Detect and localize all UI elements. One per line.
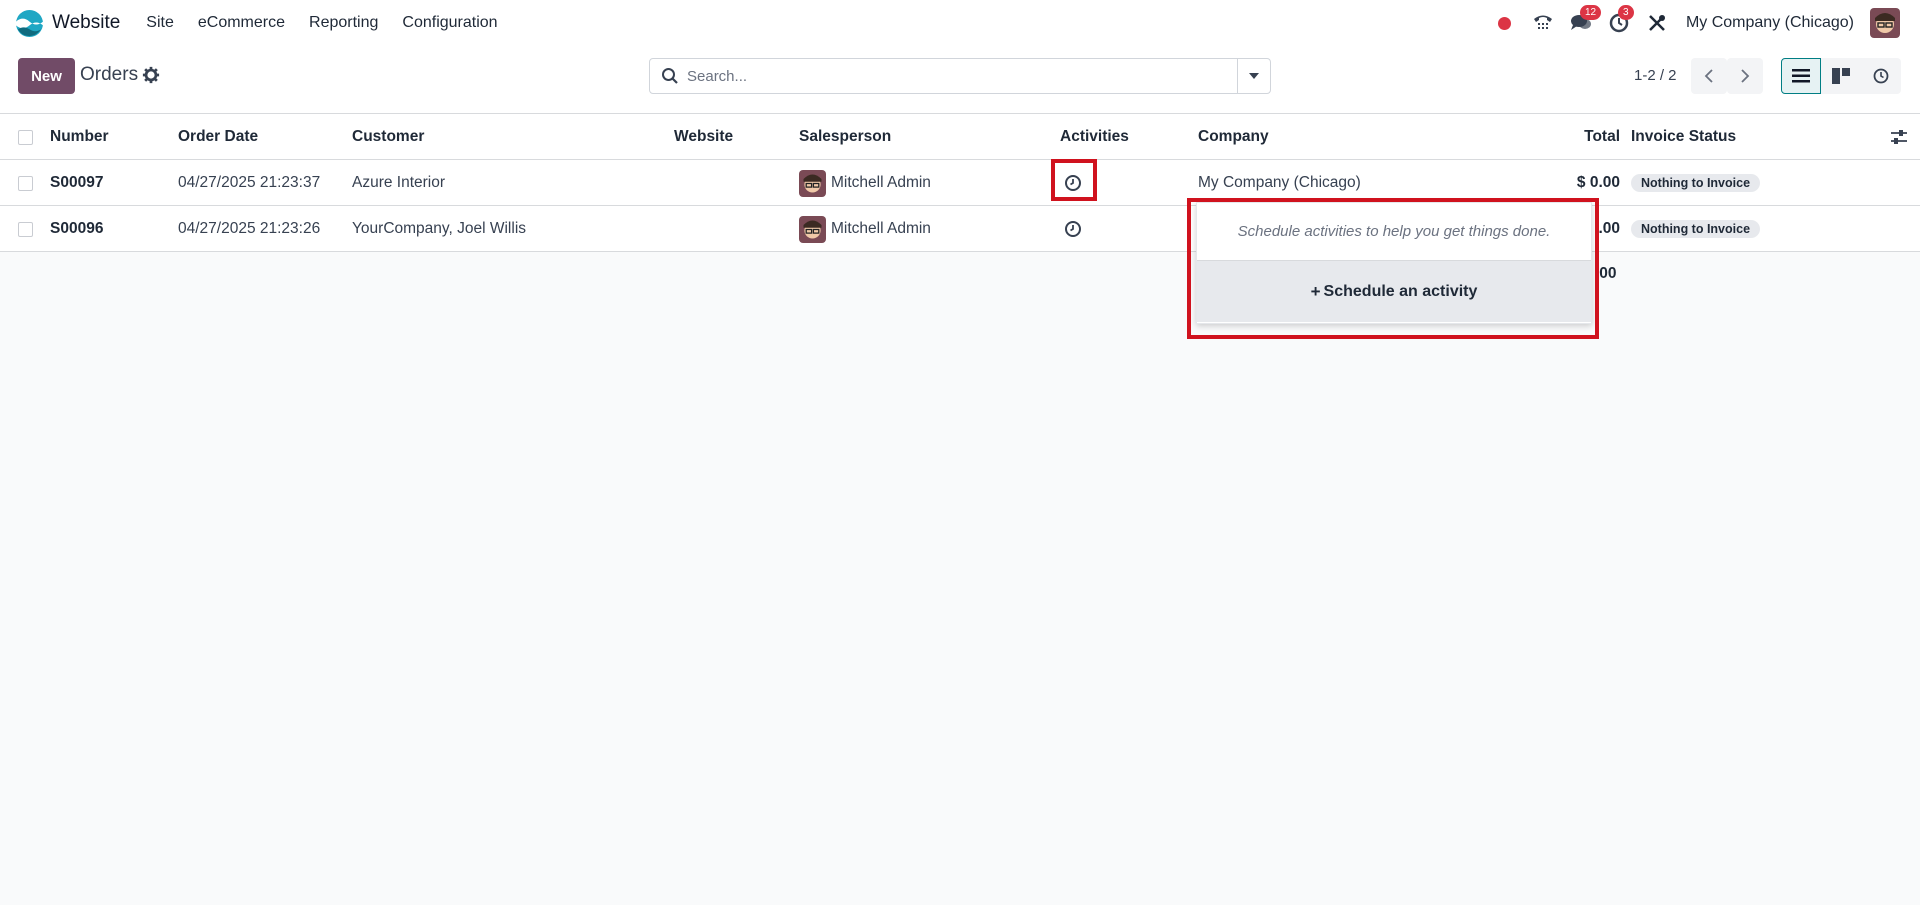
salesperson-name: Mitchell Admin xyxy=(831,220,931,237)
column-salesperson[interactable]: Salesperson xyxy=(799,114,891,160)
customer: YourCompany, Joel Willis xyxy=(352,220,527,237)
salesperson: Mitchell Admin xyxy=(799,206,931,252)
table-row[interactable]: S00097 04/27/2025 21:23:37 Azure Interio… xyxy=(0,160,1920,206)
list-view-button[interactable] xyxy=(1781,58,1821,94)
column-total[interactable]: Total xyxy=(1584,114,1620,160)
menu-configuration[interactable]: Configuration xyxy=(402,14,497,32)
app-name: Website xyxy=(52,12,121,33)
search-icon xyxy=(662,68,678,84)
column-company[interactable]: Company xyxy=(1198,114,1269,160)
app-brand[interactable]: Website xyxy=(15,0,134,46)
menu-ecommerce[interactable]: eCommerce xyxy=(198,14,285,32)
messages-badge: 12 xyxy=(1579,5,1602,20)
status-badge: Nothing to Invoice xyxy=(1631,220,1761,238)
clock-icon xyxy=(1873,68,1889,84)
activity-clock-button[interactable] xyxy=(1064,206,1082,252)
activity-view-button[interactable] xyxy=(1861,58,1901,94)
kanban-view-button[interactable] xyxy=(1821,58,1861,94)
list-icon xyxy=(1792,69,1810,83)
main-menu: Site eCommerce Reporting Configuration xyxy=(134,14,509,32)
pager-next-button[interactable] xyxy=(1727,58,1763,94)
pager-value[interactable]: 1-2 / 2 xyxy=(1634,67,1677,84)
column-number[interactable]: Number xyxy=(50,114,109,160)
status-badge: Nothing to Invoice xyxy=(1631,174,1761,192)
chevron-left-icon xyxy=(1704,69,1713,83)
invoice-status: Nothing to Invoice xyxy=(1631,160,1761,206)
column-order-date[interactable]: Order Date xyxy=(178,114,258,160)
row-checkbox[interactable] xyxy=(18,160,33,206)
order-number: S00097 xyxy=(50,174,104,191)
clock-icon[interactable]: 3 xyxy=(1606,5,1634,36)
chevron-right-icon xyxy=(1741,69,1750,83)
order-number: S00096 xyxy=(50,220,104,237)
menu-reporting[interactable]: Reporting xyxy=(309,14,378,32)
page-title: Orders xyxy=(80,64,139,85)
activities-badge: 3 xyxy=(1617,5,1634,20)
customer: Azure Interior xyxy=(352,174,446,191)
debug-tools-icon[interactable] xyxy=(1644,10,1670,36)
highlight-activity-popover xyxy=(1187,198,1599,339)
chat-icon[interactable]: 12 xyxy=(1568,5,1602,36)
clock-icon xyxy=(1065,221,1081,237)
pager-previous-button[interactable] xyxy=(1691,58,1727,94)
avatar[interactable] xyxy=(799,169,826,197)
kanban-icon xyxy=(1832,68,1850,84)
column-website[interactable]: Website xyxy=(674,114,733,160)
optional-columns-toggle[interactable] xyxy=(1890,114,1908,160)
avatar[interactable] xyxy=(799,215,826,243)
systray: 12 3 My Company (Chicago) xyxy=(1486,0,1920,46)
top-navbar: Website Site eCommerce Reporting Configu… xyxy=(0,0,1920,46)
table-row[interactable]: S00096 04/27/2025 21:23:26 YourCompany, … xyxy=(0,206,1920,252)
menu-site[interactable]: Site xyxy=(146,14,174,32)
caret-down-icon xyxy=(1249,73,1259,79)
sliders-icon xyxy=(1891,130,1907,144)
column-invoice-status[interactable]: Invoice Status xyxy=(1631,114,1736,160)
gear-icon[interactable] xyxy=(142,66,160,84)
column-activities[interactable]: Activities xyxy=(1060,114,1129,160)
order-date: 04/27/2025 21:23:26 xyxy=(178,220,321,237)
row-checkbox[interactable] xyxy=(18,206,33,252)
new-button[interactable]: New xyxy=(18,58,75,94)
control-panel: New Orders 1-2 / 2 xyxy=(0,46,1920,114)
search-input[interactable] xyxy=(687,61,1237,91)
website-app-icon xyxy=(15,9,44,37)
select-all-checkbox[interactable] xyxy=(18,114,33,160)
list-header: Number Order Date Customer Website Sales… xyxy=(0,114,1920,160)
company-switcher[interactable]: My Company (Chicago) xyxy=(1686,14,1854,32)
search-options-toggle[interactable] xyxy=(1237,59,1270,93)
invoice-status: Nothing to Invoice xyxy=(1631,206,1761,252)
salesperson-name: Mitchell Admin xyxy=(831,174,931,191)
search-bar xyxy=(649,58,1271,94)
recording-dot-icon[interactable] xyxy=(1492,10,1518,36)
phone-icon[interactable] xyxy=(1530,10,1556,36)
user-avatar[interactable] xyxy=(1870,8,1900,38)
order-date: 04/27/2025 21:23:37 xyxy=(178,174,321,191)
highlight-activity-icon xyxy=(1051,159,1097,201)
salesperson: Mitchell Admin xyxy=(799,160,931,206)
column-customer[interactable]: Customer xyxy=(352,114,424,160)
